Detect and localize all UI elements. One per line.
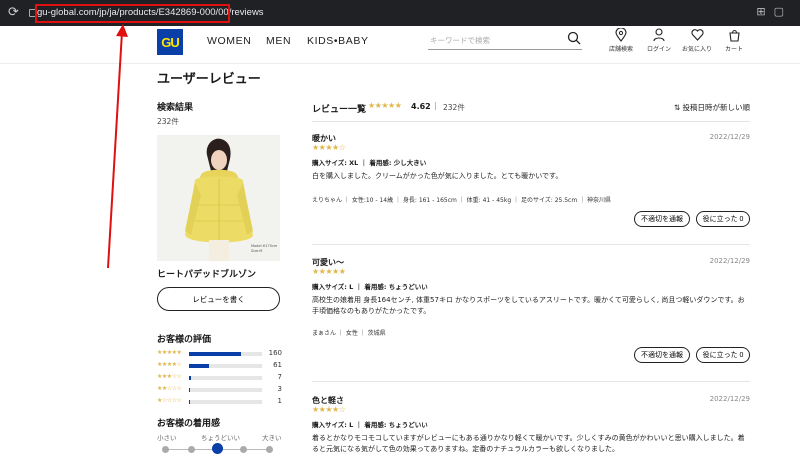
user-icon: [653, 28, 665, 42]
product-name[interactable]: ヒートパデッドブルゾン: [157, 267, 256, 280]
fit-dot: [188, 446, 195, 453]
helpful-button[interactable]: 役に立った 0: [696, 347, 750, 363]
review-date: 2022/12/29: [709, 395, 750, 403]
search-input[interactable]: キーワードで検索: [428, 30, 582, 50]
rating-bar-track: [189, 376, 262, 380]
sort-dropdown[interactable]: ⇅ 投稿日時が新しい順: [674, 102, 750, 113]
rating-bar-fill: [189, 364, 209, 368]
rating-row-count: 160: [268, 349, 282, 357]
store-search-label: 店舗検索: [608, 46, 633, 53]
search-placeholder: キーワードで検索: [430, 36, 490, 45]
cart-button[interactable]: カート: [717, 28, 751, 53]
login-button[interactable]: ログイン: [642, 28, 676, 53]
reviewer-info: えりちゃん ｜ 女性:10 - 14歳 ｜ 身長: 161 - 165cm ｜ …: [312, 197, 612, 204]
review-stars: ★★★★☆: [312, 143, 346, 152]
rating-row-stars: ★★★★☆: [157, 361, 182, 368]
helpful-button[interactable]: 役に立った 0: [696, 211, 750, 227]
reload-icon[interactable]: ⟳: [8, 5, 19, 21]
review-item: 暖かい 2022/12/29 ★★★★☆ 購入サイズ: XL ｜ 着用感: 少し…: [312, 133, 750, 233]
sort-icon: ⇅: [673, 103, 681, 112]
svg-text:Size:M: Size:M: [251, 249, 262, 253]
report-button[interactable]: 不適切を通報: [634, 347, 690, 363]
site-header: GU WOMEN MEN KIDS•BABY キーワードで検索 店舗検索 ログイ…: [0, 26, 800, 64]
rating-row-stars: ★★★☆☆: [157, 373, 182, 380]
review-date: 2022/12/29: [709, 257, 750, 265]
rating-row[interactable]: ★★☆☆☆ 3: [157, 385, 282, 395]
browser-extension-icons[interactable]: ⊞▢: [756, 5, 792, 18]
fit-dot: [240, 446, 247, 453]
fit-label-large: 大きい: [262, 434, 282, 442]
rating-bar-track: [189, 400, 262, 404]
write-review-button[interactable]: レビューを書く: [157, 287, 280, 311]
rating-bar-track: [189, 364, 262, 368]
login-label: ログイン: [646, 46, 671, 53]
rating-bar-fill: [189, 376, 192, 380]
fit-label-just-right: ちょうどいい: [201, 434, 240, 442]
rating-bar-track: [189, 388, 262, 392]
reviewer-info: まぁさん ｜ 女性 ｜ 茨城県: [312, 330, 386, 337]
review-count: 232件: [443, 103, 465, 112]
rating-row[interactable]: ★★★☆☆ 7: [157, 373, 282, 383]
rating-heading: お客様の評価: [157, 335, 212, 345]
rating-row[interactable]: ★★★★★ 160: [157, 349, 282, 359]
review-size: 購入サイズ: XL ｜ 着用感: 少し大きい: [312, 159, 427, 167]
cart-icon: [728, 29, 740, 42]
nav-women[interactable]: WOMEN: [207, 35, 251, 47]
heart-icon: [690, 29, 704, 41]
rating-row-stars: ★★★★★: [157, 349, 182, 356]
favorites-button[interactable]: お気に入り: [680, 28, 714, 53]
rating-row[interactable]: ★★★★☆ 61: [157, 361, 282, 371]
result-count: 232件: [157, 117, 179, 126]
review-item: 色と軽さ 2022/12/29 ★★★★☆ 購入サイズ: L ｜ 着用感: ちょ…: [312, 395, 750, 459]
fit-dot: [266, 446, 273, 453]
list-separator: |: [434, 101, 437, 110]
fit-heading: お客様の着用感: [157, 419, 221, 429]
review-date: 2022/12/29: [709, 133, 750, 141]
search-icon[interactable]: [567, 31, 581, 45]
review-divider: [312, 244, 750, 245]
url-highlight-box: [35, 4, 230, 23]
average-stars: ★★★★★: [368, 101, 402, 110]
rating-row-count: 7: [277, 373, 282, 381]
review-divider: [312, 381, 750, 382]
nav-men[interactable]: MEN: [266, 35, 291, 47]
review-size: 購入サイズ: L ｜ 着用感: ちょうどいい: [312, 421, 428, 429]
fit-dot: [162, 446, 169, 453]
fit-label-small: 小さい: [157, 434, 177, 442]
rating-row-count: 61: [273, 361, 282, 369]
page-title: ユーザーレビュー: [157, 72, 261, 87]
nav-kids-baby[interactable]: KIDS•BABY: [307, 35, 369, 47]
review-stars: ★★★★★: [312, 267, 346, 276]
rating-row-count: 3: [277, 385, 282, 393]
review-body: 高校生の娘着用 身長164センチ, 体重57キロ かなりスポーツをしているアスリ…: [312, 296, 745, 315]
cart-label: カート: [724, 46, 743, 53]
report-button[interactable]: 不適切を通報: [634, 211, 690, 227]
review-list-heading: レビュー一覧: [312, 105, 367, 115]
result-heading: 検索結果: [157, 103, 194, 113]
rating-bar-fill: [189, 388, 190, 392]
fit-selected-dot: [212, 443, 223, 454]
sort-label: 投稿日時が新しい順: [682, 103, 751, 112]
pin-icon: [615, 28, 627, 42]
rating-bar-track: [189, 352, 262, 356]
review-body: 白を購入しました。クリームがかった色が気に入りました。とても暖かいです。: [312, 172, 563, 180]
review-body: 着るとかなりモコモコしていますがレビューにもある通りかなり軽くて暖かいです。少し…: [312, 434, 745, 453]
model-photo: Model:H170cm Size:M: [157, 135, 280, 261]
list-divider: [312, 121, 750, 122]
store-search-button[interactable]: 店舗検索: [604, 28, 638, 53]
gu-logo[interactable]: GU: [157, 29, 183, 55]
rating-row-stars: ★★☆☆☆: [157, 385, 182, 392]
average-rating: 4.62: [411, 102, 431, 111]
rating-bar-fill: [189, 352, 241, 356]
review-stars: ★★★★☆: [312, 405, 346, 414]
rating-row-stars: ★☆☆☆☆: [157, 397, 182, 404]
rating-row-count: 1: [277, 397, 282, 405]
review-item: 可愛い〜 2022/12/29 ★★★★★ 購入サイズ: L ｜ 着用感: ちょ…: [312, 257, 750, 369]
favorites-label: お気に入り: [681, 46, 712, 53]
photo-caption: Model:H170cm: [251, 244, 278, 248]
product-image[interactable]: Model:H170cm Size:M: [157, 135, 280, 261]
rating-bar-fill: [189, 400, 190, 404]
review-size: 購入サイズ: L ｜ 着用感: ちょうどいい: [312, 283, 428, 291]
rating-row[interactable]: ★☆☆☆☆ 1: [157, 397, 282, 407]
